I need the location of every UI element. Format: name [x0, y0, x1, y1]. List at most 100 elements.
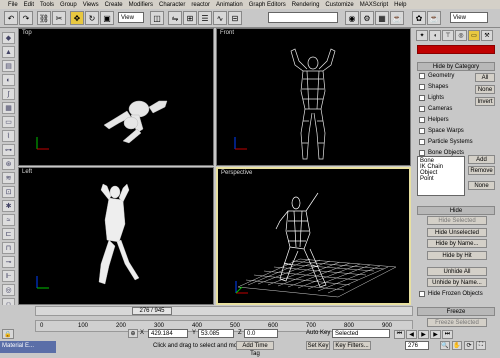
taskbar-material-editor[interactable]: Material E... — [0, 341, 56, 353]
dashpot-icon[interactable]: ⊶ — [2, 144, 15, 156]
add-time-tag-button[interactable]: Add Time Tag — [236, 341, 274, 357]
plane-icon[interactable]: ▭ — [2, 116, 15, 128]
spring-icon[interactable]: ⌇ — [2, 130, 15, 142]
rollout-hide-by-category[interactable]: Hide by Category — [417, 62, 495, 71]
display-tab-icon[interactable]: ▭ — [468, 30, 480, 41]
render-frame-icon[interactable]: ▦ — [375, 11, 389, 25]
category-space-warps[interactable]: Space Warps — [419, 128, 464, 134]
time-slider-thumb[interactable]: 276 / 945 — [132, 307, 172, 315]
modify-tab-icon[interactable]: ◖ — [429, 30, 441, 41]
schematic-icon[interactable]: ⊟ — [228, 11, 242, 25]
unhide-by-name-button[interactable]: Unhide by Name... — [427, 278, 487, 287]
menu-animation[interactable]: Animation — [216, 2, 243, 8]
goto-end-icon[interactable]: ⏭ — [442, 330, 453, 339]
all-button[interactable]: All — [475, 73, 495, 82]
category-particle-systems[interactable]: Particle Systems — [419, 139, 473, 145]
viewport-left[interactable]: Left — [18, 167, 214, 305]
remove-button[interactable]: Remove — [468, 166, 495, 175]
category-lights[interactable]: Lights — [419, 95, 444, 101]
list-item[interactable]: Point — [420, 176, 462, 182]
curve-editor-icon[interactable]: ∿ — [213, 11, 227, 25]
mirror-icon[interactable]: ⇋ — [168, 11, 182, 25]
menu-character[interactable]: Character — [159, 2, 185, 8]
undo-icon[interactable]: ↶ — [4, 11, 18, 25]
current-frame-field[interactable]: 276 — [405, 341, 429, 350]
render-setup-icon[interactable]: ⚙ — [360, 11, 374, 25]
y-coordinate[interactable]: 53.085 — [198, 329, 234, 338]
maximize-icon[interactable]: ⛶ — [476, 341, 486, 350]
select-rotate-icon[interactable]: ↻ — [85, 11, 99, 25]
lock-icon[interactable]: 🔒 — [2, 329, 14, 339]
menu-tools[interactable]: Tools — [40, 2, 54, 8]
key-mode-select[interactable]: Selected — [332, 329, 390, 338]
viewport-perspective[interactable]: Perspective — [216, 167, 411, 305]
category-list[interactable]: Bone IK Chain Object Point — [417, 156, 465, 196]
category-cameras[interactable]: Cameras — [419, 106, 452, 112]
soft-body-icon[interactable]: ◐ — [2, 74, 15, 86]
auto-key-button[interactable]: Auto Key — [306, 330, 330, 336]
utilities-tab-icon[interactable]: ⚒ — [481, 30, 493, 41]
category-geometry[interactable]: Geometry — [419, 73, 454, 79]
constraint-icon[interactable]: ⊏ — [2, 228, 15, 240]
deform-mesh-icon[interactable]: ▦ — [2, 102, 15, 114]
menu-customize[interactable]: Customize — [325, 2, 353, 8]
create-tab-icon[interactable]: ✦ — [416, 30, 428, 41]
hierarchy-tab-icon[interactable]: ⊤ — [442, 30, 454, 41]
menu-file[interactable]: File — [8, 2, 18, 8]
hide-frozen-checkbox[interactable]: Hide Frozen Objects — [419, 291, 483, 297]
invert-button[interactable]: Invert — [475, 97, 495, 106]
z-coordinate[interactable]: 0.0 — [244, 329, 278, 338]
object-color-swatch[interactable] — [417, 45, 495, 54]
orbit-icon[interactable]: ⟳ — [464, 341, 474, 350]
hide-by-hit-button[interactable]: Hide by Hit — [427, 251, 487, 260]
none-button[interactable]: None — [475, 85, 495, 94]
hinge-icon[interactable]: ⊓ — [2, 242, 15, 254]
quick-render-icon[interactable]: ☕ — [390, 11, 404, 25]
menu-reactor[interactable]: reactor — [191, 2, 210, 8]
menu-maxscript[interactable]: MAXScript — [360, 2, 388, 8]
menu-rendering[interactable]: Rendering — [292, 2, 320, 8]
unhide-all-button[interactable]: Unhide All — [427, 267, 487, 276]
water-icon[interactable]: ≈ — [2, 214, 15, 226]
pivot-icon[interactable]: ◫ — [150, 11, 164, 25]
motion-tab-icon[interactable]: ◎ — [455, 30, 467, 41]
rollout-hide[interactable]: Hide — [417, 206, 495, 215]
select-move-icon[interactable]: ✥ — [70, 11, 84, 25]
x-coordinate[interactable]: 429.184 — [148, 329, 188, 338]
fracture-icon[interactable]: ✱ — [2, 200, 15, 212]
add-button[interactable]: Add — [468, 155, 495, 164]
rollout-freeze[interactable]: Freeze — [417, 307, 495, 316]
align-icon[interactable]: ⊞ — [183, 11, 197, 25]
time-slider-track[interactable]: 276 / 945 — [35, 306, 413, 316]
category-shapes[interactable]: Shapes — [419, 84, 448, 90]
teapot-icon[interactable]: ☕ — [427, 11, 441, 25]
prismatic-icon[interactable]: ⊩ — [2, 270, 15, 282]
cloth-icon[interactable]: ▤ — [2, 60, 15, 72]
render-icon[interactable]: ✿ — [412, 11, 426, 25]
hide-by-name-button[interactable]: Hide by Name... — [427, 239, 487, 248]
select-link-icon[interactable]: ⛓ — [37, 11, 51, 25]
material-editor-icon[interactable]: ◉ — [345, 11, 359, 25]
zoom-icon[interactable]: 🔍 — [440, 341, 450, 350]
motor-icon[interactable]: ⊛ — [2, 158, 15, 170]
unlink-icon[interactable]: ✂ — [52, 11, 66, 25]
viewport-top[interactable]: Top — [18, 28, 214, 166]
menu-views[interactable]: Views — [83, 2, 99, 8]
hide-selected-button[interactable]: Hide Selected — [427, 216, 487, 225]
menu-graph-editors[interactable]: Graph Editors — [249, 2, 286, 8]
selection-lock-icon[interactable]: ⊕ — [128, 329, 138, 338]
play-icon[interactable]: ▶ — [418, 330, 429, 339]
named-selection-set[interactable] — [268, 12, 338, 23]
redo-icon[interactable]: ↷ — [19, 11, 33, 25]
rigid-body-icon[interactable]: ▲ — [2, 46, 15, 58]
car-wheel-icon[interactable]: ◎ — [2, 284, 15, 296]
prev-frame-icon[interactable]: ◀ — [406, 330, 417, 339]
menu-help[interactable]: Help — [394, 2, 406, 8]
menu-edit[interactable]: Edit — [24, 2, 34, 8]
layer-icon[interactable]: ☰ — [198, 11, 212, 25]
rope-icon[interactable]: ∫ — [2, 88, 15, 100]
viewport-front[interactable]: Front — [216, 28, 411, 166]
category-helpers[interactable]: Helpers — [419, 117, 449, 123]
menu-group[interactable]: Group — [60, 2, 77, 8]
hide-unselected-button[interactable]: Hide Unselected — [427, 228, 487, 237]
